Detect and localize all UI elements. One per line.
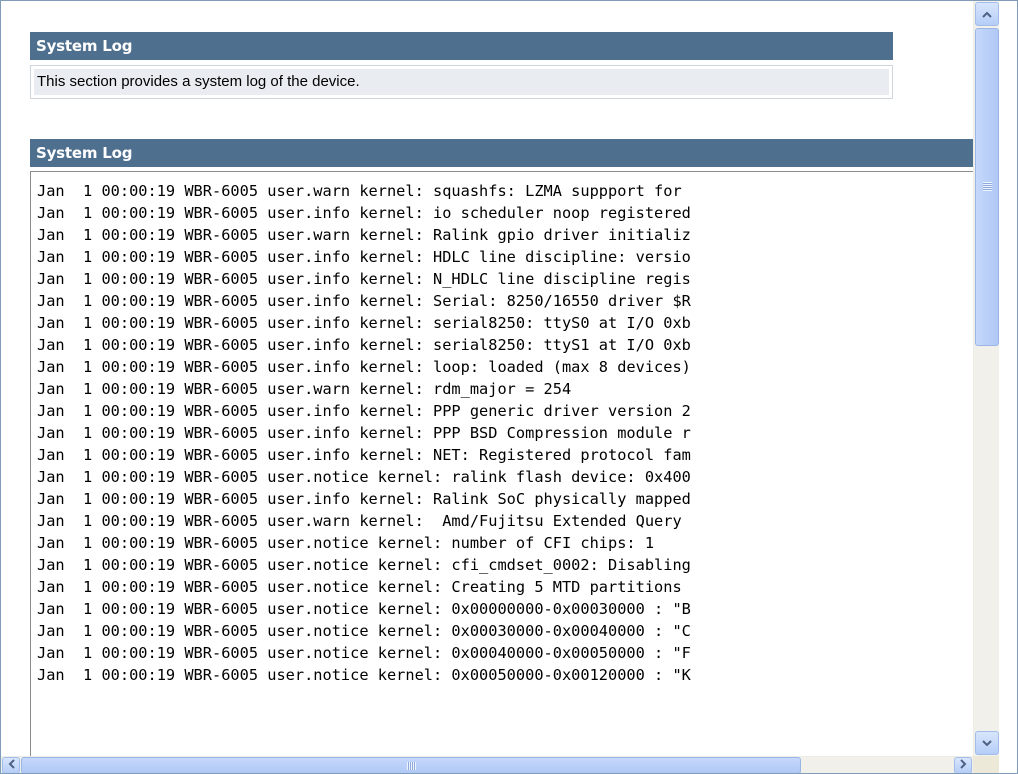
page-content: System Log This section provides a syste… xyxy=(1,1,999,756)
arrow-up-icon xyxy=(982,8,992,21)
log-line: Jan 1 00:00:19 WBR-6005 user.notice kern… xyxy=(37,622,691,640)
log-line: Jan 1 00:00:19 WBR-6005 user.notice kern… xyxy=(37,644,691,662)
arrow-right-icon xyxy=(959,759,967,772)
log-line: Jan 1 00:00:19 WBR-6005 user.info kernel… xyxy=(37,490,691,508)
log-line: Jan 1 00:00:19 WBR-6005 user.info kernel… xyxy=(37,402,691,420)
log-line: Jan 1 00:00:19 WBR-6005 user.info kernel… xyxy=(37,424,691,442)
description-text: This section provides a system log of th… xyxy=(34,69,889,95)
log-line: Jan 1 00:00:19 WBR-6005 user.info kernel… xyxy=(37,270,691,288)
log-line: Jan 1 00:00:19 WBR-6005 user.info kernel… xyxy=(37,314,691,332)
grip-icon xyxy=(407,762,416,770)
log-line: Jan 1 00:00:19 WBR-6005 user.warn kernel… xyxy=(37,226,691,244)
log-line: Jan 1 00:00:19 WBR-6005 user.info kernel… xyxy=(37,292,691,310)
scroll-right-button[interactable] xyxy=(954,757,972,773)
log-line: Jan 1 00:00:19 WBR-6005 user.notice kern… xyxy=(37,666,691,684)
log-line: Jan 1 00:00:19 WBR-6005 user.notice kern… xyxy=(37,600,691,618)
vertical-scrollbar[interactable] xyxy=(973,1,999,756)
scroll-down-button[interactable] xyxy=(975,731,999,755)
log-line: Jan 1 00:00:19 WBR-6005 user.info kernel… xyxy=(37,358,691,376)
arrow-left-icon xyxy=(8,759,15,772)
scroll-up-button[interactable] xyxy=(975,2,999,26)
log-line: Jan 1 00:00:19 WBR-6005 user.notice kern… xyxy=(37,468,691,486)
log-line: Jan 1 00:00:19 WBR-6005 user.info kernel… xyxy=(37,248,691,266)
description-box: This section provides a system log of th… xyxy=(30,65,893,99)
log-line: Jan 1 00:00:19 WBR-6005 user.info kernel… xyxy=(37,336,691,354)
grip-icon xyxy=(983,182,992,191)
scrollbar-corner xyxy=(973,756,999,773)
log-line: Jan 1 00:00:19 WBR-6005 user.notice kern… xyxy=(37,534,655,552)
vertical-scroll-thumb[interactable] xyxy=(975,28,999,346)
log-line: Jan 1 00:00:19 WBR-6005 user.warn kernel… xyxy=(37,182,682,200)
log-line: Jan 1 00:00:19 WBR-6005 user.notice kern… xyxy=(37,556,691,574)
log-line-list: Jan 1 00:00:19 WBR-6005 user.warn kernel… xyxy=(31,172,999,686)
browser-viewport: System Log This section provides a syste… xyxy=(0,0,1018,774)
log-line: Jan 1 00:00:19 WBR-6005 user.warn kernel… xyxy=(37,380,572,398)
arrow-down-icon xyxy=(982,737,992,750)
system-log-textarea[interactable]: Jan 1 00:00:19 WBR-6005 user.warn kernel… xyxy=(30,171,999,756)
horizontal-scrollbar[interactable] xyxy=(1,756,973,773)
horizontal-scroll-thumb[interactable] xyxy=(21,757,801,773)
log-line: Jan 1 00:00:19 WBR-6005 user.warn kernel… xyxy=(37,512,682,530)
section-header-log: System Log xyxy=(30,139,999,167)
scroll-left-button[interactable] xyxy=(2,757,20,773)
section-header-intro: System Log xyxy=(30,32,893,60)
log-line: Jan 1 00:00:19 WBR-6005 user.info kernel… xyxy=(37,446,691,464)
log-line: Jan 1 00:00:19 WBR-6005 user.info kernel… xyxy=(37,204,691,222)
log-line: Jan 1 00:00:19 WBR-6005 user.notice kern… xyxy=(37,578,682,596)
